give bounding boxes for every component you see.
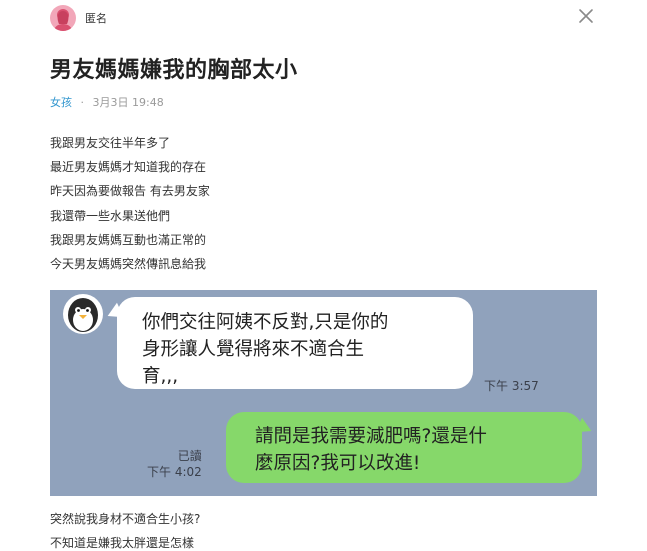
avatar[interactable]: [50, 5, 76, 31]
body-line: 不知道是嫌我太胖還是怎樣: [50, 536, 195, 550]
close-button[interactable]: [576, 6, 596, 26]
read-label: 已讀: [177, 449, 202, 463]
post-title: 男友媽媽嫌我的胸部太小: [50, 58, 298, 83]
board-link[interactable]: 女孩: [50, 96, 72, 109]
message-line: 請問是我需要減肥嗎?還是什: [255, 426, 487, 447]
body-line: 我跟男友交往半年多了: [50, 136, 171, 150]
body-line: 我還帶一些水果送他們: [50, 208, 171, 223]
outgoing-timestamp: 下午 4:02: [147, 465, 202, 479]
read-status: 已讀 下午 4:02: [147, 448, 202, 480]
message-line: 育,,,: [142, 366, 179, 387]
post-date: 3月3日 19:48: [92, 96, 164, 109]
post-body: 我跟男友交往半年多了 最近男友媽媽才知道我的存在 昨天因為要做報告 有去男友家 …: [50, 131, 210, 276]
body-line: 今天男友媽媽突然傳訊息給我: [50, 257, 207, 272]
meta-separator: ·: [80, 96, 85, 109]
post-body-continued: 突然說我身材不適合生小孩? 不知道是嫌我太胖還是怎樣: [50, 507, 200, 551]
post-header: 匿名: [50, 5, 107, 31]
message-line: 身形讓人覺得將來不適合生: [142, 339, 365, 360]
post-meta: 女孩 · 3月3日 19:48: [50, 94, 164, 110]
incoming-timestamp: 下午 3:57: [484, 379, 539, 393]
close-icon: [579, 9, 593, 23]
penguin-icon: [63, 294, 103, 334]
chat-screenshot: 你們交往阿姨不反對,只是你的 身形讓人覺得將來不適合生 育,,, 下午 3:57…: [50, 290, 597, 496]
incoming-message-bubble: 你們交往阿姨不反對,只是你的 身形讓人覺得將來不適合生 育,,,: [117, 297, 473, 389]
body-line: 最近男友媽媽才知道我的存在: [50, 160, 207, 175]
message-line: 你們交往阿姨不反對,只是你的: [142, 312, 389, 333]
author-name[interactable]: 匿名: [85, 10, 107, 26]
body-line: 昨天因為要做報告 有去男友家: [50, 184, 210, 199]
body-line: 突然說我身材不適合生小孩?: [50, 512, 201, 526]
user-silhouette-icon: [54, 9, 72, 31]
outgoing-message-bubble: 請問是我需要減肥嗎?還是什 麼原因?我可以改進!: [226, 412, 582, 483]
message-line: 麼原因?我可以改進!: [255, 453, 421, 474]
body-line: 我跟男友媽媽互動也滿正常的: [50, 232, 207, 247]
